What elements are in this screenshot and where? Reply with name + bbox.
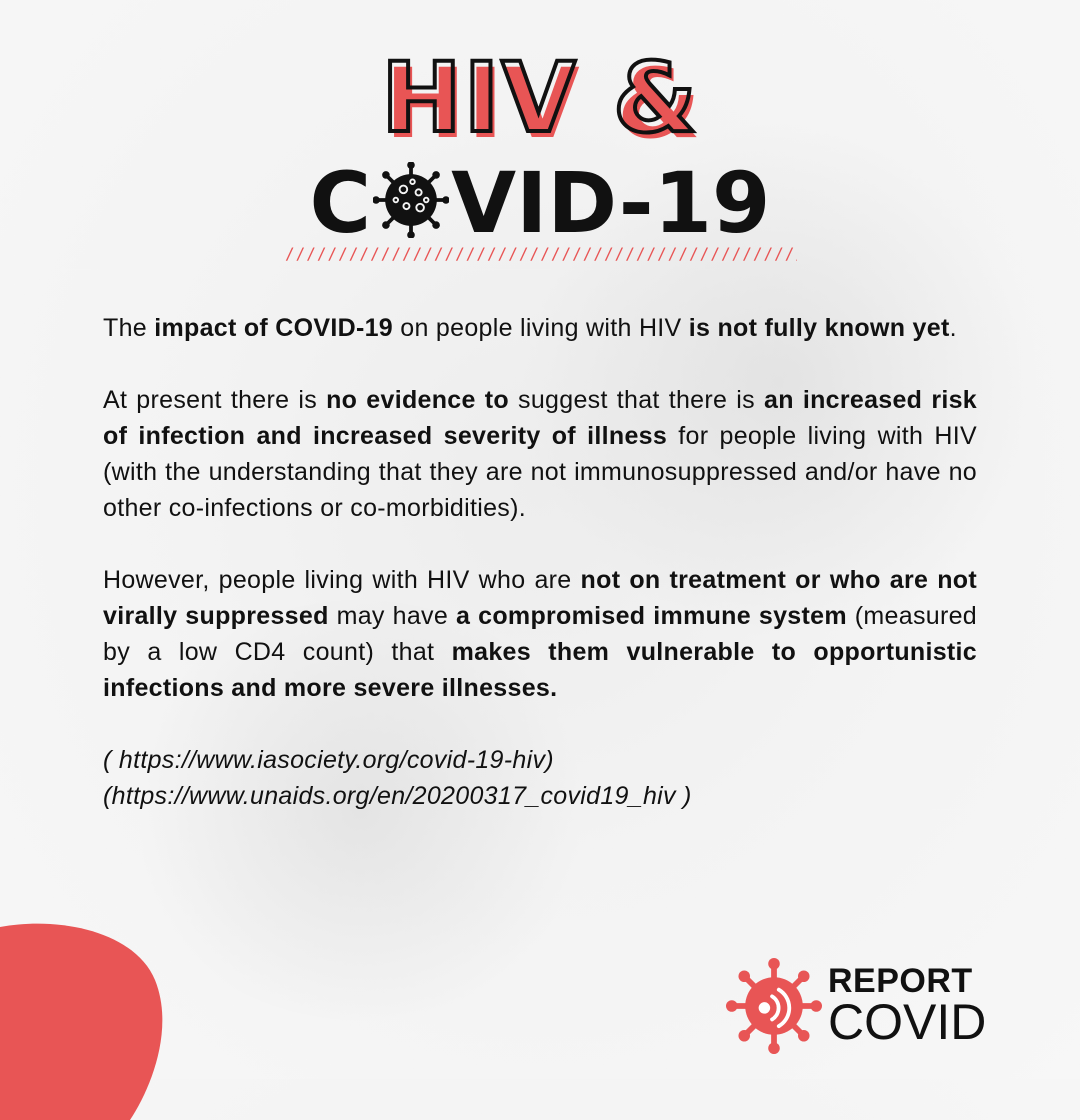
- report-covid-logo: REPORT COVID: [726, 958, 996, 1054]
- title-covid-prefix: C: [309, 154, 372, 252]
- decorative-red-blob: [0, 923, 163, 1120]
- text-run: However, people living with HIV who are: [103, 566, 581, 594]
- title-covid-suffix: VID-19: [451, 154, 771, 252]
- reference-link[interactable]: (https://www.unaids.org/en/20200317_covi…: [103, 778, 977, 814]
- virus-icon: [373, 162, 450, 238]
- text-run: At present there is: [103, 386, 327, 414]
- bold-text: a compromised immune system: [456, 602, 847, 630]
- bold-text: is not fully known yet: [688, 314, 950, 342]
- text-run: suggest that there is: [508, 386, 764, 414]
- paragraph-impact: The impact of COVID-19 on people living …: [103, 310, 977, 346]
- paragraph-evidence: At present there is no evidence to sugge…: [103, 382, 977, 526]
- logo-text-covid: COVID: [828, 994, 987, 1050]
- text-run: on people living with HIV: [393, 314, 689, 342]
- text-run: The: [103, 314, 155, 342]
- paragraph-treatment: However, people living with HIV who are …: [103, 562, 977, 706]
- decorative-slash-divider: ////////////////////////////////////////…: [285, 244, 797, 263]
- reference-link[interactable]: ( https://www.iasociety.org/covid-19-hiv…: [103, 742, 977, 778]
- references: ( https://www.iasociety.org/covid-19-hiv…: [103, 742, 977, 814]
- text-run: may have: [328, 602, 456, 630]
- virus-icon: [726, 958, 822, 1054]
- title-hiv-outline: HIV &: [379, 42, 699, 154]
- bold-text: impact of COVID-19: [154, 314, 394, 342]
- title-covid: C VID-19: [0, 158, 1080, 248]
- body-text: The impact of COVID-19 on people living …: [103, 310, 977, 814]
- text-run: .: [949, 314, 957, 342]
- header-title: HIV & HIV & C VID-19: [0, 40, 1080, 270]
- bold-text: no evidence to: [326, 386, 509, 414]
